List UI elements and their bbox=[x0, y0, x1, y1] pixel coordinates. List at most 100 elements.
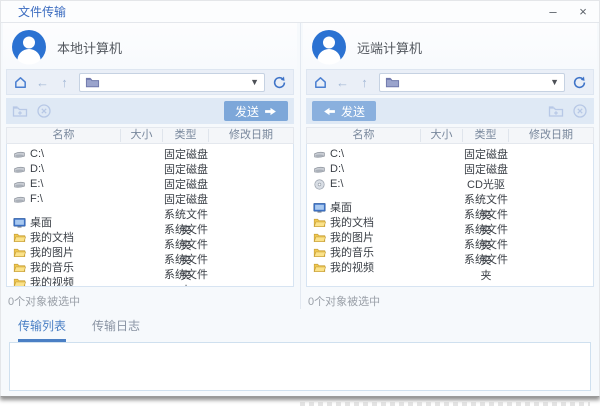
panels-container: 本地计算机 ← ↑ ▼ bbox=[1, 23, 599, 309]
folder-icon bbox=[313, 231, 326, 244]
send-right-button[interactable]: 发送 bbox=[224, 101, 288, 121]
file-row[interactable]: E:\ CD光驱 bbox=[307, 176, 593, 191]
column-type[interactable]: 类型 bbox=[463, 129, 509, 142]
background-page-remnant bbox=[300, 402, 590, 406]
address-combobox[interactable]: ▼ bbox=[379, 73, 565, 92]
back-arrow-icon[interactable]: ← bbox=[335, 75, 350, 90]
window-title: 文件传输 bbox=[18, 3, 66, 20]
folder-icon bbox=[313, 246, 326, 259]
file-name: 我的视频 bbox=[30, 274, 74, 287]
title-bar: 文件传输 – × bbox=[1, 1, 599, 23]
transfer-tabs: 传输列表 传输日志 bbox=[1, 309, 599, 342]
delete-icon[interactable] bbox=[36, 103, 52, 119]
address-combobox[interactable]: ▼ bbox=[79, 73, 265, 92]
tab-transfer-list[interactable]: 传输列表 bbox=[18, 317, 66, 342]
file-name-cell: E:\ bbox=[7, 178, 121, 191]
transfer-list-content[interactable] bbox=[9, 342, 591, 391]
file-name: D:\ bbox=[330, 163, 344, 175]
file-row[interactable]: 桌面系统文件夹 bbox=[7, 206, 293, 221]
file-row[interactable]: E:\固定磁盘 bbox=[7, 176, 293, 191]
folder-icon bbox=[13, 276, 26, 288]
window-controls: – × bbox=[545, 2, 591, 22]
remote-panel-header: 远端计算机 bbox=[303, 23, 597, 69]
close-button[interactable]: × bbox=[575, 2, 591, 22]
local-panel-header: 本地计算机 bbox=[3, 23, 297, 69]
file-type: 系统文件夹 bbox=[463, 251, 509, 283]
folder-icon bbox=[13, 231, 26, 244]
file-type: 固定磁盘 bbox=[163, 191, 209, 207]
file-name-cell: 我的视频 bbox=[307, 259, 421, 275]
file-name-cell: 我的视频 bbox=[7, 274, 121, 287]
drive-icon bbox=[13, 148, 26, 161]
back-arrow-icon[interactable]: ← bbox=[35, 75, 50, 90]
column-date[interactable]: 修改日期 bbox=[509, 129, 593, 142]
user-avatar-icon bbox=[311, 29, 347, 65]
file-name-cell: C:\ bbox=[307, 148, 421, 161]
file-name: 我的图片 bbox=[30, 244, 74, 260]
local-computer-label: 本地计算机 bbox=[57, 38, 122, 57]
up-arrow-icon[interactable]: ↑ bbox=[357, 75, 372, 90]
file-name-cell: 我的文档 bbox=[7, 229, 121, 245]
dropdown-caret-icon[interactable]: ▼ bbox=[550, 77, 559, 87]
remote-computer-label: 远端计算机 bbox=[357, 38, 422, 57]
file-row[interactable]: F:\ 固定磁盘 bbox=[7, 191, 293, 206]
local-selection-status: 0个对象被选中 bbox=[3, 287, 297, 309]
send-button-label: 发送 bbox=[235, 103, 259, 120]
refresh-icon[interactable] bbox=[272, 75, 287, 90]
send-left-button[interactable]: 发送 bbox=[312, 101, 376, 121]
column-size[interactable]: 大小 bbox=[121, 129, 163, 142]
column-type[interactable]: 类型 bbox=[163, 129, 209, 142]
column-size[interactable]: 大小 bbox=[421, 129, 463, 142]
file-name-cell: 我的图片 bbox=[7, 244, 121, 260]
local-file-list[interactable]: C:\固定磁盘D:\固定磁盘E:\固定磁盘F:\固定磁盘桌面系统文件夹我的文档系… bbox=[6, 144, 294, 287]
remote-nav-bar: ← ↑ ▼ bbox=[306, 69, 594, 95]
file-name-cell: D:\ bbox=[7, 163, 121, 176]
file-row[interactable]: D:\ 固定磁盘 bbox=[7, 161, 293, 176]
file-name: 我的文档 bbox=[330, 214, 374, 230]
desktop-icon bbox=[13, 216, 26, 229]
file-type: 固定磁盘 bbox=[163, 161, 209, 177]
file-type: 固定磁盘 bbox=[163, 146, 209, 162]
column-name[interactable]: 名称 bbox=[7, 129, 121, 142]
file-type: 固定磁盘 bbox=[463, 146, 509, 162]
folder-icon bbox=[313, 261, 326, 274]
dropdown-caret-icon[interactable]: ▼ bbox=[250, 77, 259, 87]
up-arrow-icon[interactable]: ↑ bbox=[57, 75, 72, 90]
remote-file-list[interactable]: C:\ 固定磁盘D:\固定磁盘 E:\ CD光驱桌面系统文件夹我的文档系统文件夹 我的图… bbox=[306, 144, 594, 287]
folder-icon bbox=[13, 246, 26, 259]
remote-toolbar: 发送 bbox=[306, 98, 594, 124]
file-name-cell: 我的文档 bbox=[307, 214, 421, 230]
column-date[interactable]: 修改日期 bbox=[209, 129, 293, 142]
file-name: 我的音乐 bbox=[30, 259, 74, 275]
file-name-cell: E:\ bbox=[307, 178, 421, 191]
file-type: 系统文件夹 bbox=[163, 266, 209, 287]
file-row[interactable]: D:\固定磁盘 bbox=[307, 161, 593, 176]
file-row[interactable]: C:\ 固定磁盘 bbox=[7, 146, 293, 161]
file-name: 我的视频 bbox=[330, 259, 374, 275]
file-name-cell: 我的图片 bbox=[307, 229, 421, 245]
refresh-icon[interactable] bbox=[572, 75, 587, 90]
folder-icon bbox=[13, 261, 26, 274]
home-icon[interactable] bbox=[13, 75, 28, 90]
file-name-cell: C:\ bbox=[7, 148, 121, 161]
delete-icon[interactable] bbox=[572, 103, 588, 119]
file-row[interactable]: 桌面系统文件夹 bbox=[307, 191, 593, 206]
arrow-right-icon bbox=[264, 107, 277, 116]
file-name-cell: F:\ bbox=[7, 193, 121, 206]
new-folder-icon[interactable] bbox=[12, 103, 28, 119]
drive-icon bbox=[13, 193, 26, 206]
file-type: CD光驱 bbox=[463, 176, 509, 192]
file-row[interactable]: C:\ 固定磁盘 bbox=[307, 146, 593, 161]
column-name[interactable]: 名称 bbox=[307, 129, 421, 142]
minimize-button[interactable]: – bbox=[545, 2, 561, 22]
home-icon[interactable] bbox=[313, 75, 328, 90]
tab-transfer-log[interactable]: 传输日志 bbox=[92, 317, 140, 342]
file-name: E:\ bbox=[30, 178, 43, 190]
cd-icon bbox=[313, 178, 326, 191]
file-name: 我的音乐 bbox=[330, 244, 374, 260]
file-name: 桌面 bbox=[30, 214, 52, 230]
drive-icon bbox=[13, 178, 26, 191]
local-toolbar: 发送 bbox=[6, 98, 294, 124]
new-folder-icon[interactable] bbox=[548, 103, 564, 119]
send-button-label: 发送 bbox=[341, 103, 365, 120]
